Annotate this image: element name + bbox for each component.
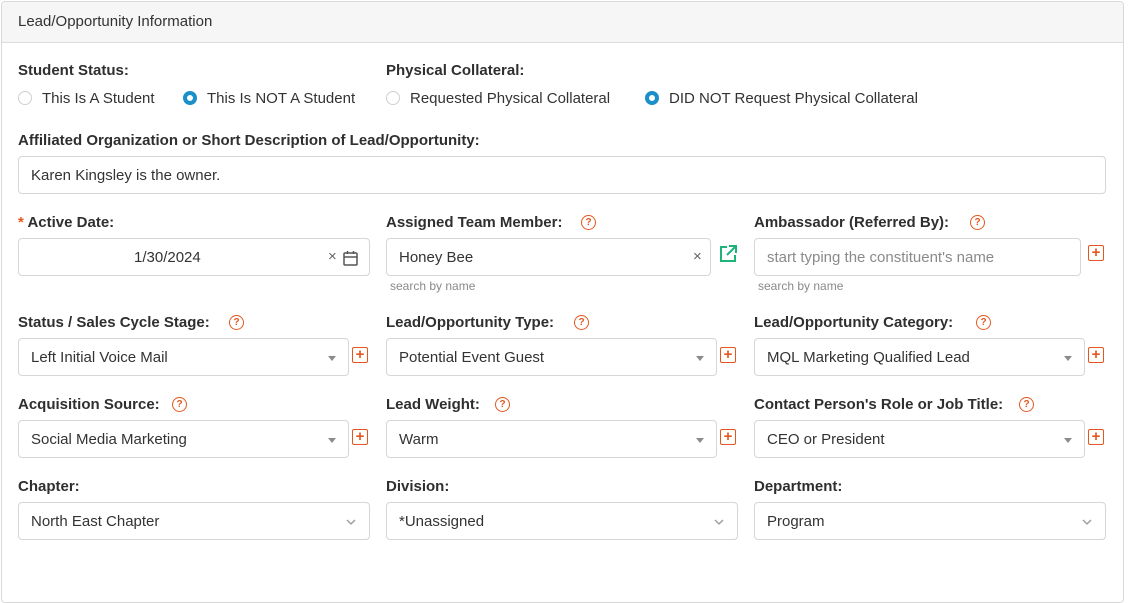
status-stage-select[interactable]: Left Initial Voice Mail (18, 338, 349, 376)
contact-role-value: CEO or President (767, 431, 885, 448)
lead-type-value: Potential Event Guest (399, 349, 545, 366)
radio-not-requested-collateral[interactable] (645, 91, 659, 105)
acquisition-source-select[interactable]: Social Media Marketing (18, 420, 349, 458)
lead-type-help-icon[interactable]: ? (574, 315, 589, 330)
division-select[interactable]: *Unassigned (386, 502, 738, 540)
physical-collateral-label: Physical Collateral: (386, 62, 525, 79)
ambassador-placeholder: start typing the constituent's name (767, 249, 995, 266)
status-stage-value: Left Initial Voice Mail (31, 349, 168, 366)
contact-role-help-icon[interactable]: ? (1019, 397, 1034, 412)
ambassador-help-icon[interactable]: ? (970, 215, 985, 230)
radio-is-student[interactable] (18, 91, 32, 105)
chevron-down-icon (1064, 356, 1072, 361)
lead-type-label: Lead/Opportunity Type: (386, 314, 555, 331)
chevron-down-icon (346, 519, 356, 525)
lead-weight-value: Warm (399, 431, 439, 448)
ambassador-input[interactable]: start typing the constituent's name (754, 238, 1081, 276)
lead-category-value: MQL Marketing Qualified Lead (767, 349, 970, 366)
contact-role-label: Contact Person's Role or Job Title: (754, 396, 1004, 413)
affiliated-org-value: Karen Kingsley is the owner. (31, 167, 221, 184)
add-status-stage-icon[interactable]: + (352, 347, 368, 363)
add-acquisition-source-icon[interactable]: + (352, 429, 368, 445)
active-date-input[interactable]: 1/30/2024 × (18, 238, 370, 276)
panel-title: Lead/Opportunity Information (18, 13, 213, 30)
radio-not-requested-collateral-label[interactable]: DID NOT Request Physical Collateral (669, 90, 918, 107)
assigned-team-member-value: Honey Bee (399, 249, 474, 266)
panel-header: Lead/Opportunity Information (2, 2, 1123, 43)
radio-requested-collateral[interactable] (386, 91, 400, 105)
contact-role-select[interactable]: CEO or President (754, 420, 1085, 458)
radio-requested-collateral-label[interactable]: Requested Physical Collateral (410, 90, 610, 107)
acquisition-source-value: Social Media Marketing (31, 431, 187, 448)
radio-not-student[interactable] (183, 91, 197, 105)
lead-category-select[interactable]: MQL Marketing Qualified Lead (754, 338, 1085, 376)
status-stage-label: Status / Sales Cycle Stage: (18, 314, 210, 331)
lead-category-label: Lead/Opportunity Category: (754, 314, 954, 331)
lead-weight-label: Lead Weight: (386, 396, 480, 413)
chevron-down-icon (696, 356, 704, 361)
active-date-label: * Active Date: (18, 214, 114, 231)
status-stage-help-icon[interactable]: ? (229, 315, 244, 330)
affiliated-org-label: Affiliated Organization or Short Descrip… (18, 132, 480, 149)
chevron-down-icon (1064, 438, 1072, 443)
lead-weight-help-icon[interactable]: ? (495, 397, 510, 412)
add-ambassador-icon[interactable]: + (1088, 245, 1104, 261)
ambassador-label: Ambassador (Referred By): (754, 214, 950, 231)
calendar-icon[interactable] (343, 250, 358, 270)
acquisition-source-help-icon[interactable]: ? (172, 397, 187, 412)
chevron-down-icon (714, 519, 724, 525)
department-label: Department: (754, 478, 843, 495)
assigned-team-member-help-icon[interactable]: ? (581, 215, 596, 230)
department-value: Program (767, 513, 825, 530)
active-date-value: 1/30/2024 (134, 249, 201, 266)
department-select[interactable]: Program (754, 502, 1106, 540)
division-label: Division: (386, 478, 450, 495)
student-status-label: Student Status: (18, 62, 129, 79)
lead-type-select[interactable]: Potential Event Guest (386, 338, 717, 376)
division-value: *Unassigned (399, 513, 485, 530)
radio-not-student-label[interactable]: This Is NOT A Student (207, 90, 355, 107)
add-lead-weight-icon[interactable]: + (720, 429, 736, 445)
external-link-icon[interactable] (718, 244, 738, 269)
clear-team-member-icon[interactable]: × (693, 248, 702, 265)
affiliated-org-input[interactable]: Karen Kingsley is the owner. (18, 156, 1106, 194)
chevron-down-icon (696, 438, 704, 443)
chapter-value: North East Chapter (31, 513, 160, 530)
clear-date-icon[interactable]: × (328, 248, 337, 265)
add-lead-type-icon[interactable]: + (720, 347, 736, 363)
ambassador-hint: search by name (758, 279, 844, 293)
chapter-label: Chapter: (18, 478, 80, 495)
chevron-down-icon (328, 438, 336, 443)
lead-weight-select[interactable]: Warm (386, 420, 717, 458)
required-asterisk: * (18, 214, 24, 231)
team-member-hint: search by name (390, 279, 476, 293)
active-date-label-text: Active Date: (27, 214, 115, 231)
assigned-team-member-label: Assigned Team Member: (386, 214, 563, 231)
chevron-down-icon (1082, 519, 1092, 525)
add-lead-category-icon[interactable]: + (1088, 347, 1104, 363)
radio-is-student-label[interactable]: This Is A Student (42, 90, 155, 107)
acquisition-source-label: Acquisition Source: (18, 396, 160, 413)
assigned-team-member-input[interactable]: Honey Bee × (386, 238, 711, 276)
add-contact-role-icon[interactable]: + (1088, 429, 1104, 445)
chapter-select[interactable]: North East Chapter (18, 502, 370, 540)
lead-category-help-icon[interactable]: ? (976, 315, 991, 330)
chevron-down-icon (328, 356, 336, 361)
